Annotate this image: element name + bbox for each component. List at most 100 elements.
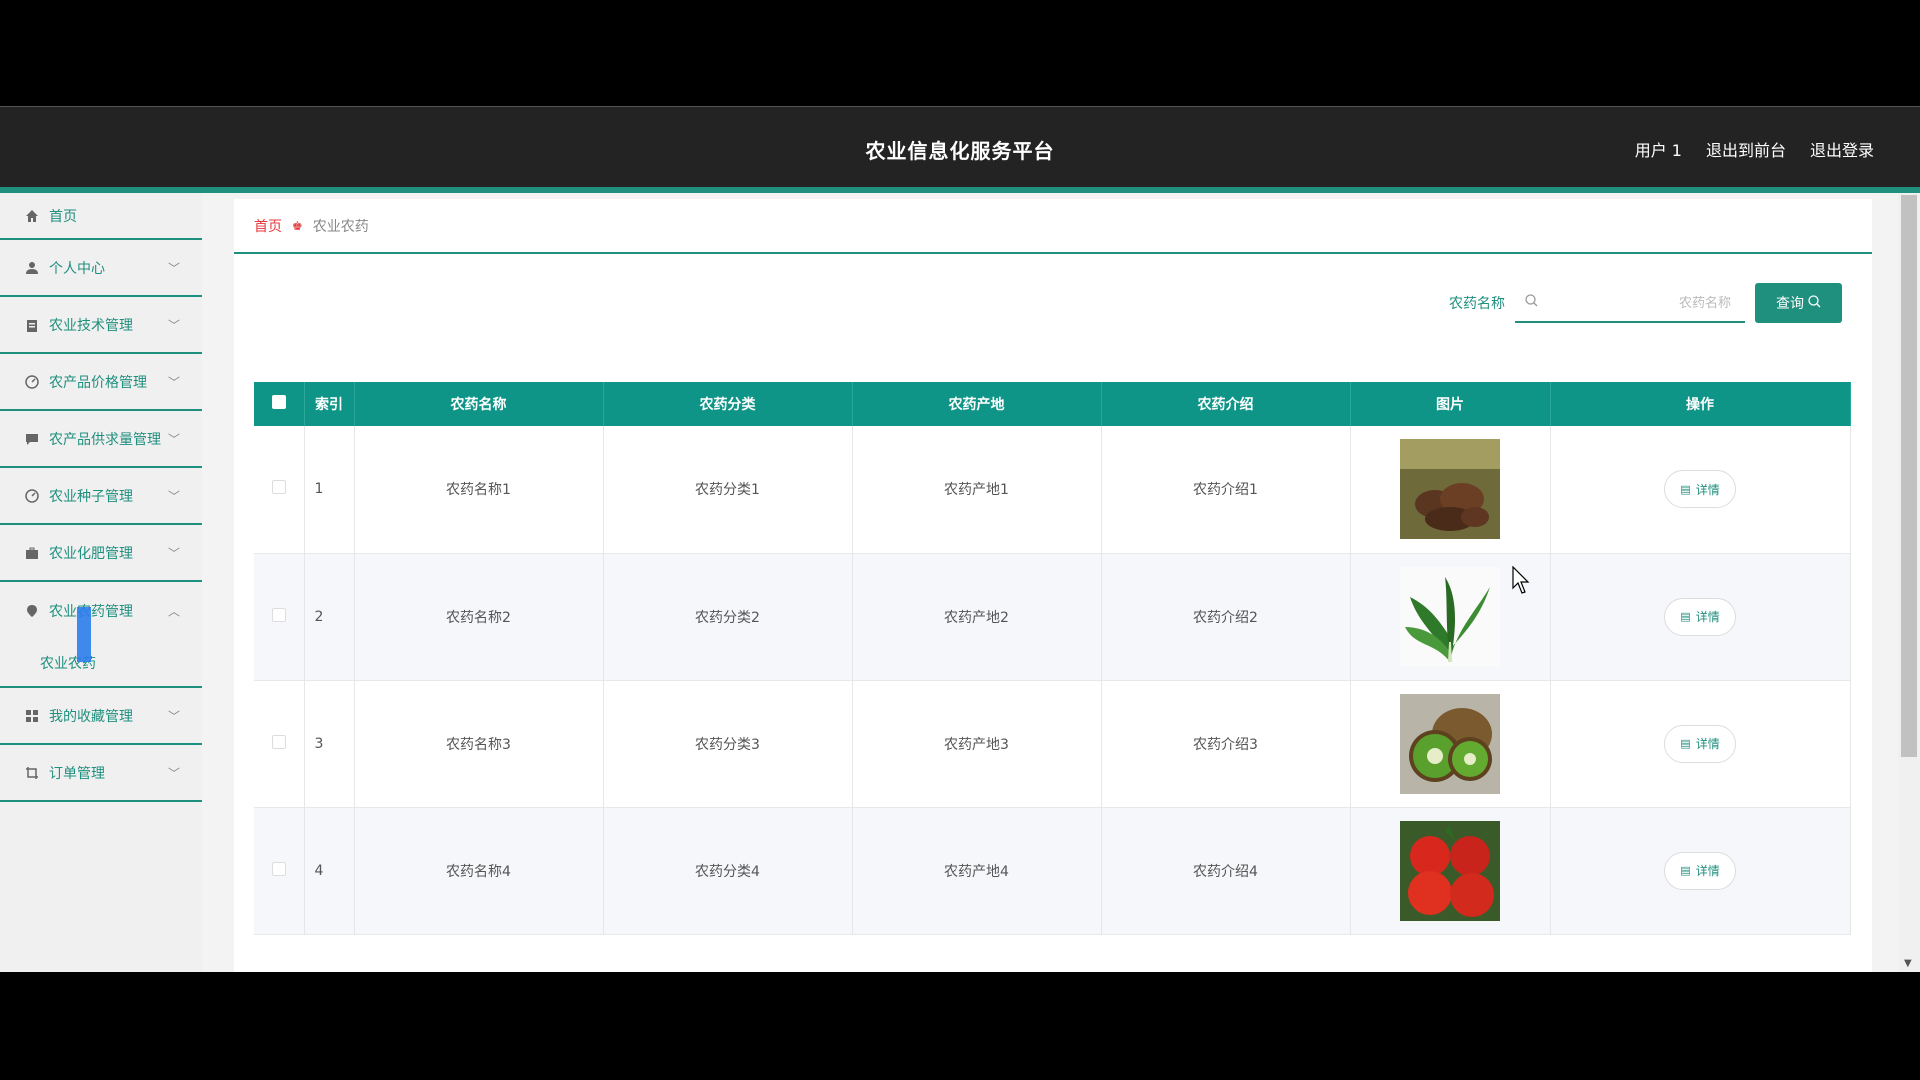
table-header-row: 索引 农药名称 农药分类 农药产地 农药介绍 图片 操作	[254, 382, 1851, 426]
row-checkbox[interactable]	[271, 861, 286, 876]
index-cell: 3	[304, 680, 355, 807]
category-cell: 农药分类1	[603, 426, 853, 553]
intro-cell: 农药介绍3	[1101, 680, 1351, 807]
origin-cell: 农药产地3	[852, 680, 1102, 807]
chevron-down-icon: ﹀	[167, 489, 180, 503]
detail-button-label: 详情	[1695, 864, 1720, 878]
search-label: 农药名称	[1449, 296, 1505, 312]
scrollbar-thumb[interactable]	[1901, 195, 1917, 757]
main-content: 首页 ♚ 农业农药 农药名称 查询 索引 农药名称	[234, 199, 1872, 972]
action-cell: ▤ 详情	[1550, 680, 1851, 807]
vertical-scrollbar[interactable]: ▼	[1898, 193, 1920, 972]
detail-button-label: 详情	[1695, 482, 1720, 497]
gauge-icon	[24, 488, 40, 504]
sidebar-item-label: 农业技术管理	[49, 317, 133, 334]
sidebar-item-label: 农业化肥管理	[49, 545, 133, 562]
sidebar-item-label: 个人中心	[49, 260, 105, 277]
screen: 农业信息化服务平台 用户 1 退出到前台 退出登录 首页 个人中心 ﹀ 农业技术…	[0, 0, 1920, 1080]
top-header: 农业信息化服务平台 用户 1 退出到前台 退出登录	[0, 106, 1920, 187]
crop-icon	[24, 765, 40, 781]
column-header: 图片	[1350, 382, 1551, 426]
detail-button[interactable]: ▤ 详情	[1664, 851, 1736, 890]
app-window: 农业信息化服务平台 用户 1 退出到前台 退出登录 首页 个人中心 ﹀ 农业技术…	[0, 106, 1920, 972]
index-cell: 1	[304, 426, 355, 553]
back-to-front-link[interactable]: 退出到前台	[1706, 137, 1786, 161]
selection-highlight	[77, 607, 91, 662]
row-select-cell	[254, 807, 305, 934]
document-icon: ▤	[1680, 864, 1691, 877]
action-cell: ▤ 详情	[1550, 807, 1851, 934]
chevron-up-icon: ︿	[167, 604, 180, 618]
detail-button-label: 详情	[1695, 610, 1720, 624]
document-icon: ▤	[1680, 610, 1691, 623]
sidebar-item-label: 农产品价格管理	[49, 374, 147, 391]
scroll-down-arrow-icon[interactable]: ▼	[1904, 958, 1912, 969]
detail-button[interactable]: ▤ 详情	[1664, 597, 1736, 636]
image-cell	[1350, 680, 1551, 807]
breadcrumb-current: 农业农药	[312, 218, 369, 235]
table-row: 1 农药名称1 农药分类1 农药产地1 农药介绍1 ▤ 详情	[254, 426, 1851, 553]
user-menu-link[interactable]: 用户 1	[1635, 137, 1682, 161]
row-select-cell	[254, 426, 305, 553]
sidebar-item-favorites[interactable]: 我的收藏管理 ﹀	[0, 688, 202, 745]
logout-link[interactable]: 退出登录	[1810, 137, 1874, 161]
name-cell: 农药名称4	[354, 807, 604, 934]
detail-button[interactable]: ▤ 详情	[1664, 470, 1736, 509]
chevron-down-icon: ﹀	[167, 261, 180, 275]
green-vegetable-image	[1400, 566, 1500, 667]
row-select-cell	[254, 680, 305, 807]
search-field	[1515, 283, 1745, 323]
header-nav: 用户 1 退出到前台 退出登录	[1635, 137, 1874, 161]
document-icon: ▤	[1680, 482, 1691, 496]
table-row: 4 农药名称4 农药分类4 农药产地4 农药介绍4 ▤ 详情	[254, 807, 1851, 934]
chevron-down-icon: ﹀	[167, 546, 180, 560]
select-all-checkbox[interactable]	[271, 395, 286, 409]
search-button-label: 查询	[1776, 296, 1804, 312]
name-cell: 农药名称1	[354, 426, 604, 553]
detail-button-label: 详情	[1695, 737, 1720, 751]
search-button[interactable]: 查询	[1755, 283, 1842, 323]
sidebar-item-price[interactable]: 农产品价格管理 ﹀	[0, 354, 202, 411]
sidebar-item-orders[interactable]: 订单管理 ﹀	[0, 745, 202, 802]
row-checkbox[interactable]	[271, 480, 286, 495]
location-icon	[24, 603, 40, 619]
row-checkbox[interactable]	[271, 607, 286, 622]
intro-cell: 农药介绍4	[1101, 807, 1351, 934]
search-input[interactable]	[1543, 283, 1743, 321]
header-accent-bar	[0, 187, 1920, 193]
sidebar-item-fertilizer[interactable]: 农业化肥管理 ﹀	[0, 525, 202, 582]
sidebar-item-supply[interactable]: 农产品供求量管理 ﹀	[0, 411, 202, 468]
kiwi-fruit-image	[1400, 693, 1500, 794]
chat-icon	[24, 431, 40, 447]
action-cell: ▤ 详情	[1550, 426, 1851, 553]
briefcase-icon	[24, 545, 40, 561]
column-header: 索引	[304, 382, 355, 426]
clipboard-icon	[24, 317, 40, 333]
chevron-down-icon: ﹀	[167, 318, 180, 332]
row-checkbox[interactable]	[271, 734, 286, 749]
search-icon	[1525, 294, 1538, 311]
category-cell: 农药分类4	[603, 807, 853, 934]
sidebar-item-agri-tech[interactable]: 农业技术管理 ﹀	[0, 297, 202, 354]
dried-mushroom-image	[1400, 439, 1500, 540]
sidebar-item-label: 我的收藏管理	[49, 708, 133, 725]
name-cell: 农药名称2	[354, 553, 604, 680]
sidebar: 首页 个人中心 ﹀ 农业技术管理 ﹀ 农产品价格管理 ﹀ 农产品供求量管理 ﹀ …	[0, 193, 202, 972]
action-cell: ▤ 详情	[1550, 553, 1851, 680]
sidebar-subitem-pesticide[interactable]: 农业农药	[0, 607, 202, 688]
column-header: 农药名称	[354, 382, 604, 426]
sidebar-item-pesticide[interactable]: 农业农药管理 ︿	[0, 582, 202, 639]
chevron-down-icon: ﹀	[167, 766, 180, 780]
home-icon	[24, 208, 40, 224]
origin-cell: 农药产地1	[852, 426, 1102, 553]
mouse-cursor-icon	[1512, 566, 1530, 594]
detail-button[interactable]: ▤ 详情	[1664, 724, 1736, 763]
sidebar-item-seed[interactable]: 农业种子管理 ﹀	[0, 468, 202, 525]
sidebar-item-label: 订单管理	[49, 765, 105, 782]
breadcrumb-home[interactable]: 首页	[254, 216, 282, 236]
image-cell	[1350, 426, 1551, 553]
sidebar-item-label: 农产品供求量管理	[49, 431, 161, 448]
sidebar-item-personal-center[interactable]: 个人中心 ﹀	[0, 240, 202, 297]
sidebar-item-home[interactable]: 首页	[0, 193, 202, 240]
breadcrumb: 首页 ♚ 农业农药	[234, 199, 1872, 254]
